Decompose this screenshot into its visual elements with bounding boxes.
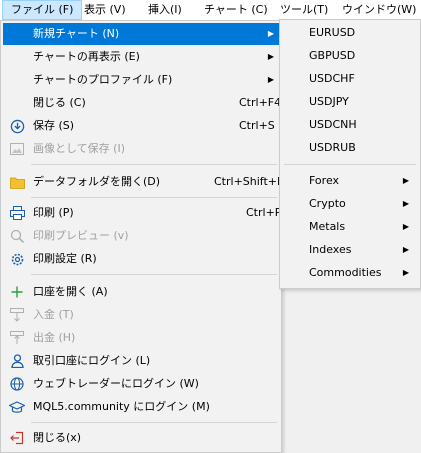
menu-item-shortcut: Ctrl+P (246, 206, 282, 219)
file-menu: 新規チャート (N) ▶ チャートの再表示 (E) ▶ チャートのプロファイル … (0, 20, 285, 453)
category-label: Crypto (309, 197, 346, 210)
symbol-item-eurusd[interactable]: EURUSD (282, 22, 418, 44)
menu-item-label: 印刷プレビュー (v) (33, 229, 129, 242)
menu-item-label: チャートの再表示 (E) (33, 50, 140, 63)
menu-chart[interactable]: チャート (C) (196, 0, 276, 20)
submenu-arrow-icon: ▶ (267, 75, 274, 84)
menu-item-print-settings[interactable]: 印刷設定 (R) (3, 248, 279, 270)
symbol-item-usdchf[interactable]: USDCHF (282, 68, 418, 90)
menu-item-label: データフォルダを開く(D) (33, 175, 161, 188)
menu-item-open-account[interactable]: 口座を開く (A) (3, 281, 279, 303)
symbol-item-usdcnh[interactable]: USDCNH (282, 114, 418, 136)
menu-item-save-as-image[interactable]: 画像として保存 (I) (3, 138, 279, 160)
menu-item-withdraw[interactable]: 出金 (H) (3, 327, 279, 349)
menu-item-label: 保存 (S) (33, 119, 75, 132)
save-icon (9, 118, 25, 134)
globe-icon (9, 376, 25, 392)
menu-bar: ファイル (F) 表示 (V) 挿入(I) チャート (C) ツール(T) ウイ… (0, 0, 421, 21)
menu-item-label: ウェブトレーダーにログイン (W) (33, 377, 199, 390)
menu-item-login-webtrader[interactable]: ウェブトレーダーにログイン (W) (3, 373, 279, 395)
menu-item-deposit[interactable]: 入金 (T) (3, 304, 279, 326)
symbol-item-gbpusd[interactable]: GBPUSD (282, 45, 418, 67)
menu-tools[interactable]: ツール(T) (272, 0, 336, 20)
submenu-arrow-icon: ▶ (402, 199, 409, 208)
menu-separator (31, 422, 277, 423)
image-icon (9, 141, 25, 157)
category-item-forex[interactable]: Forex ▶ (282, 170, 418, 192)
category-item-commodities[interactable]: Commodities ▶ (282, 262, 418, 284)
menu-item-label: 印刷 (P) (33, 206, 74, 219)
menu-item-label: 取引口座にログイン (L) (33, 354, 151, 367)
menu-item-shortcut: Ctrl+Shift+D (214, 175, 286, 188)
menu-item-label: 出金 (H) (33, 331, 76, 344)
symbol-label: USDJPY (309, 95, 349, 108)
menu-item-close-chart[interactable]: 閉じる (C) Ctrl+F4 (3, 92, 282, 114)
menu-item-new-chart[interactable]: 新規チャート (N) ▶ (3, 23, 279, 45)
category-item-crypto[interactable]: Crypto ▶ (282, 193, 418, 215)
menu-insert[interactable]: 挿入(I) (140, 0, 190, 20)
menu-item-label: MQL5.community にログイン (M) (33, 400, 210, 413)
menu-item-label: 画像として保存 (I) (33, 142, 125, 155)
menu-item-label: 口座を開く (A) (33, 285, 108, 298)
menu-item-label: 新規チャート (N) (33, 27, 120, 40)
menu-item-print[interactable]: 印刷 (P) Ctrl+P (3, 202, 282, 224)
submenu-arrow-icon: ▶ (402, 245, 409, 254)
new-chart-submenu: EURUSD GBPUSD USDCHF USDJPY USDCNH USDRU… (279, 19, 421, 289)
menu-separator (31, 274, 277, 275)
menu-separator (31, 164, 277, 165)
submenu-arrow-icon: ▶ (267, 52, 274, 61)
submenu-arrow-icon: ▶ (402, 176, 409, 185)
symbol-label: USDCNH (309, 118, 357, 131)
print-preview-icon (9, 228, 25, 244)
menu-item-label: 閉じる (C) (33, 96, 86, 109)
menu-item-open-data-folder[interactable]: データフォルダを開く(D) Ctrl+Shift+D (3, 171, 285, 193)
menu-item-exit[interactable]: 閉じる(x) (3, 427, 279, 449)
category-label: Commodities (309, 266, 382, 279)
menu-view[interactable]: 表示 (V) (76, 0, 134, 20)
submenu-arrow-icon: ▶ (402, 268, 409, 277)
menu-item-print-preview[interactable]: 印刷プレビュー (v) (3, 225, 279, 247)
category-item-metals[interactable]: Metals ▶ (282, 216, 418, 238)
graduation-cap-icon (9, 399, 25, 415)
symbol-label: EURUSD (309, 26, 356, 39)
folder-icon (9, 174, 25, 190)
symbol-label: GBPUSD (309, 49, 356, 62)
exit-icon (9, 430, 25, 446)
menu-item-reopen-chart[interactable]: チャートの再表示 (E) ▶ (3, 46, 279, 68)
menu-file[interactable]: ファイル (F) (2, 0, 83, 20)
menu-item-label: チャートのプロファイル (F) (33, 73, 173, 86)
menu-item-login-trading-account[interactable]: 取引口座にログイン (L) (3, 350, 279, 372)
print-settings-icon (9, 251, 25, 267)
user-icon (9, 353, 25, 369)
printer-icon (9, 205, 25, 221)
menu-item-label: 入金 (T) (33, 308, 74, 321)
menu-item-shortcut: Ctrl+F4 (239, 96, 282, 109)
category-label: Indexes (309, 243, 352, 256)
menu-separator (31, 197, 277, 198)
symbol-label: USDCHF (309, 72, 355, 85)
menu-separator (284, 164, 416, 165)
menu-item-login-mql5[interactable]: MQL5.community にログイン (M) (3, 396, 279, 418)
menu-window[interactable]: ウインドウ(W) (334, 0, 421, 20)
plus-icon (9, 284, 25, 300)
symbol-item-usdjpy[interactable]: USDJPY (282, 91, 418, 113)
submenu-arrow-icon: ▶ (402, 222, 409, 231)
symbol-label: USDRUB (309, 141, 356, 154)
submenu-arrow-icon: ▶ (267, 29, 274, 38)
category-item-indexes[interactable]: Indexes ▶ (282, 239, 418, 261)
menu-item-label: 閉じる(x) (33, 431, 82, 444)
menu-item-shortcut: Ctrl+S (239, 119, 275, 132)
withdraw-icon (9, 330, 25, 346)
menu-item-label: 印刷設定 (R) (33, 252, 97, 265)
menu-item-save[interactable]: 保存 (S) Ctrl+S (3, 115, 279, 137)
deposit-icon (9, 307, 25, 323)
menu-item-chart-profiles[interactable]: チャートのプロファイル (F) ▶ (3, 69, 279, 91)
category-label: Metals (309, 220, 346, 233)
symbol-item-usdrub[interactable]: USDRUB (282, 137, 418, 159)
category-label: Forex (309, 174, 340, 187)
